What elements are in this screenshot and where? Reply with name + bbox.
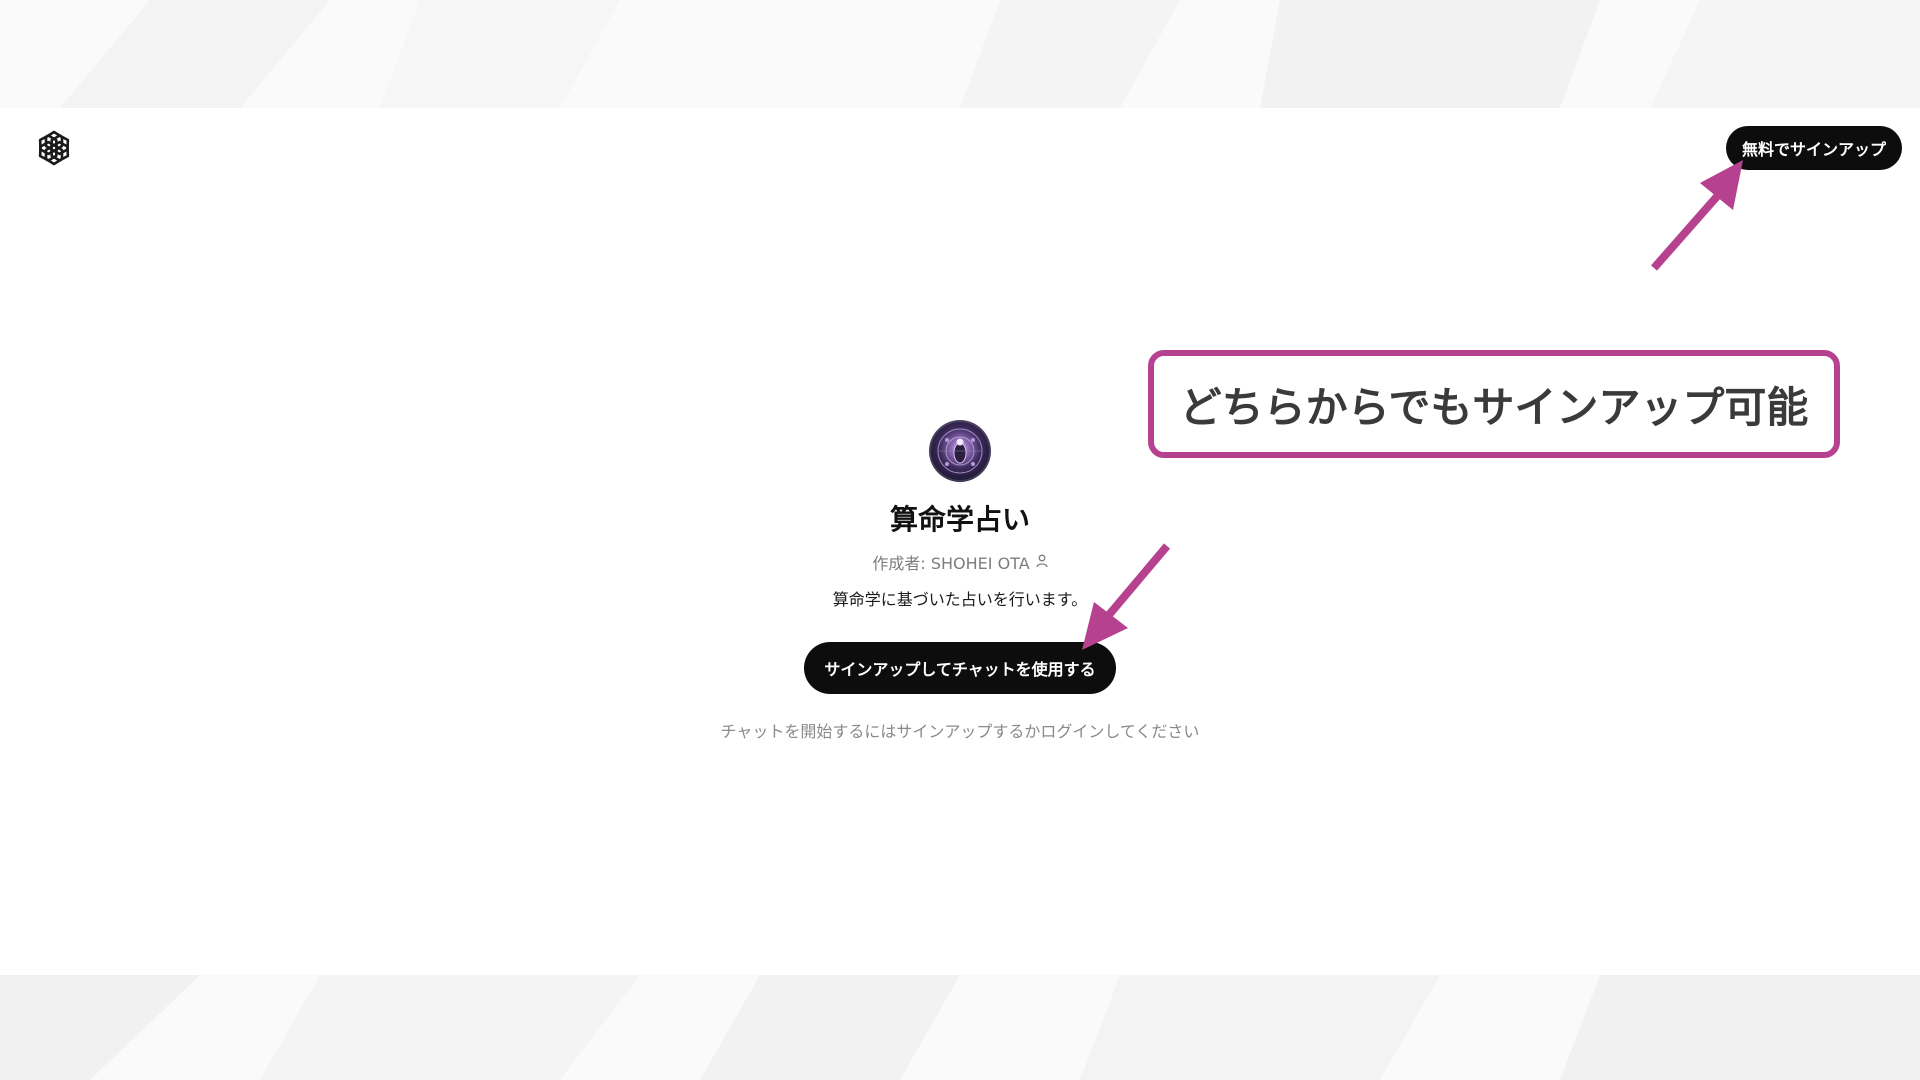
- free-signup-button[interactable]: 無料でサインアップ: [1726, 126, 1903, 170]
- author-label: 作成者: SHOHEI OTA: [872, 554, 1030, 573]
- gpt-author[interactable]: 作成者: SHOHEI OTA: [872, 550, 1048, 574]
- pointer-arrow-icon: [1650, 160, 1743, 271]
- mandala-avatar-icon: [929, 420, 991, 482]
- person-icon: [1035, 553, 1048, 572]
- annotation-callout: どちらからでもサインアップ可能: [1148, 350, 1840, 458]
- signup-to-chat-button[interactable]: サインアップしてチャットを使用する: [804, 642, 1116, 694]
- gpt-description: 算命学に基づいた占いを行います。: [832, 590, 1088, 609]
- gpt-title: 算命学占い: [889, 503, 1030, 536]
- signup-hint: チャットを開始するにはサインアップするかログインしてください: [720, 722, 1200, 741]
- openai-logo-icon[interactable]: [32, 126, 76, 170]
- gpt-landing-page: 無料でサインアップ 算命学占い 作成者: SHOHEI OTA 算命学に基づいた…: [0, 0, 1920, 1080]
- gpt-profile: 算命学占い 作成者: SHOHEI OTA 算命学に基づいた占いを行います。 サ…: [660, 420, 1260, 742]
